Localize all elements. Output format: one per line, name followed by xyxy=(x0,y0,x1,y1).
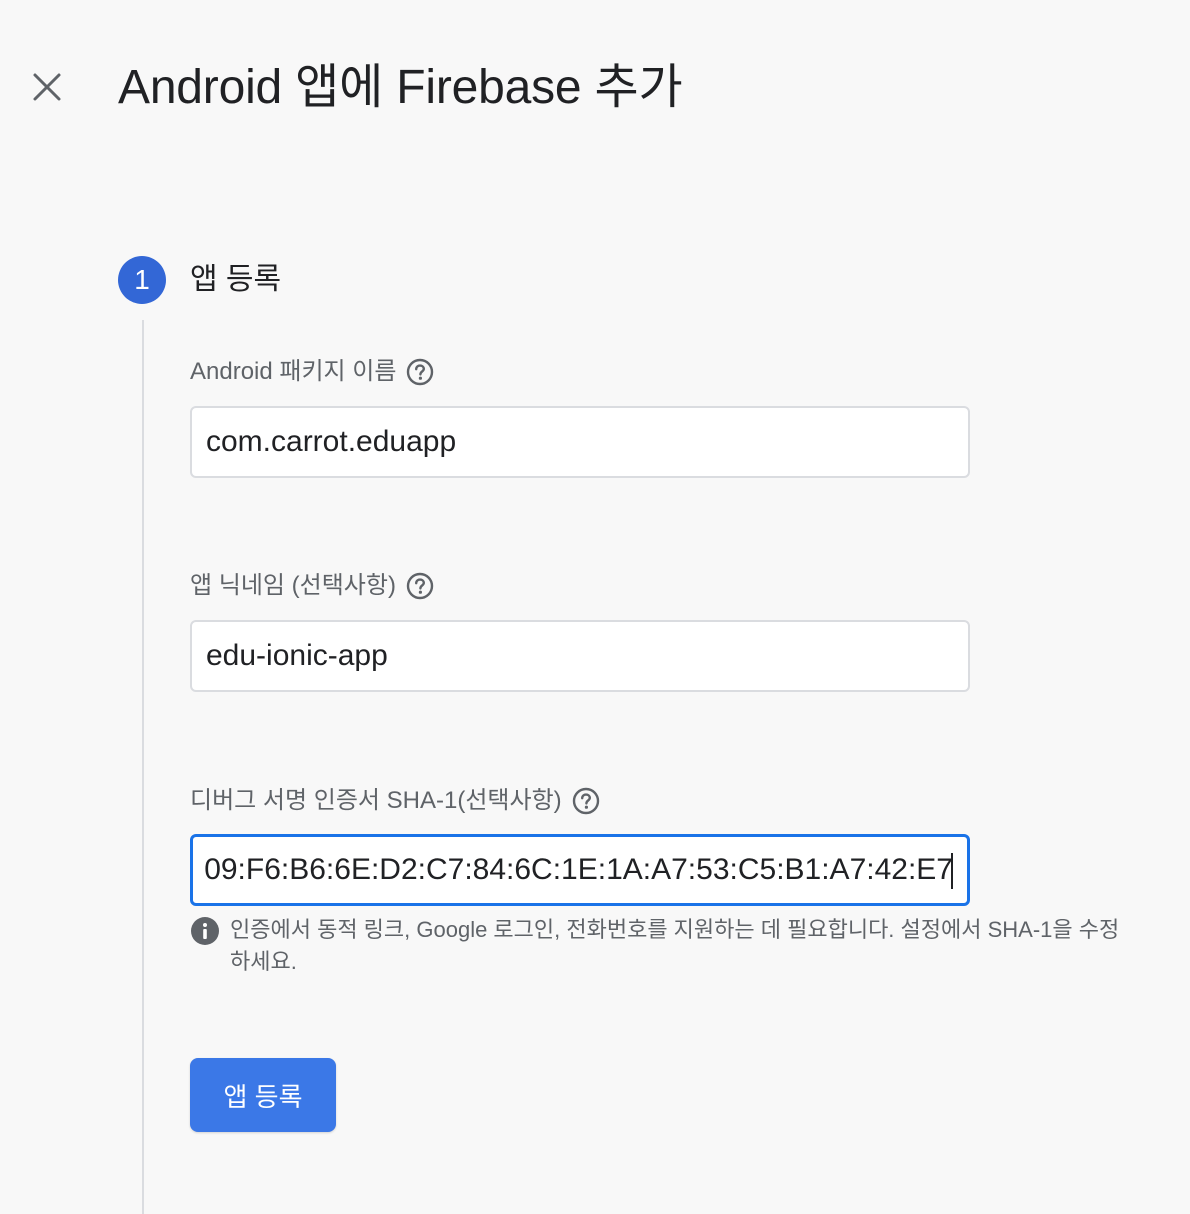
close-button[interactable] xyxy=(26,66,68,108)
step-connector-line xyxy=(142,320,144,1214)
info-text: 인증에서 동적 링크, Google 로그인, 전화번호를 지원하는 데 필요합… xyxy=(230,917,1120,974)
register-app-button[interactable]: 앱 등록 xyxy=(190,1058,336,1132)
help-circle-icon[interactable] xyxy=(406,358,434,386)
step-title: 앱 등록 xyxy=(190,263,282,296)
sha1-label: 디버그 서명 인증서 SHA-1(선택사항) xyxy=(190,785,600,817)
sha1-info-note: 인증에서 동적 링크, Google 로그인, 전화번호를 지원하는 데 필요합… xyxy=(190,914,1130,978)
package-name-label-text: Android 패키지 이름 xyxy=(190,358,397,385)
help-circle-icon[interactable] xyxy=(406,572,434,600)
close-icon xyxy=(33,73,61,101)
package-name-label: Android 패키지 이름 xyxy=(190,356,434,388)
help-circle-icon[interactable] xyxy=(572,787,600,815)
page-title: Android 앱에 Firebase 추가 xyxy=(118,61,683,114)
nickname-label: 앱 닉네임 (선택사항) xyxy=(190,570,434,602)
text-cursor xyxy=(951,853,953,889)
info-icon xyxy=(191,917,219,945)
package-name-input[interactable] xyxy=(190,406,970,478)
sha1-input-value: 09:F6:B6:6E:D2:C7:84:6C:1E:1A:A7:53:C5:B… xyxy=(204,853,953,886)
nickname-label-text: 앱 닉네임 (선택사항) xyxy=(190,572,396,599)
nickname-input[interactable] xyxy=(190,620,970,692)
step-number-badge: 1 xyxy=(118,256,166,304)
sha1-label-text: 디버그 서명 인증서 SHA-1(선택사항) xyxy=(190,787,562,814)
sha1-input[interactable]: 09:F6:B6:6E:D2:C7:84:6C:1E:1A:A7:53:C5:B… xyxy=(190,834,970,906)
